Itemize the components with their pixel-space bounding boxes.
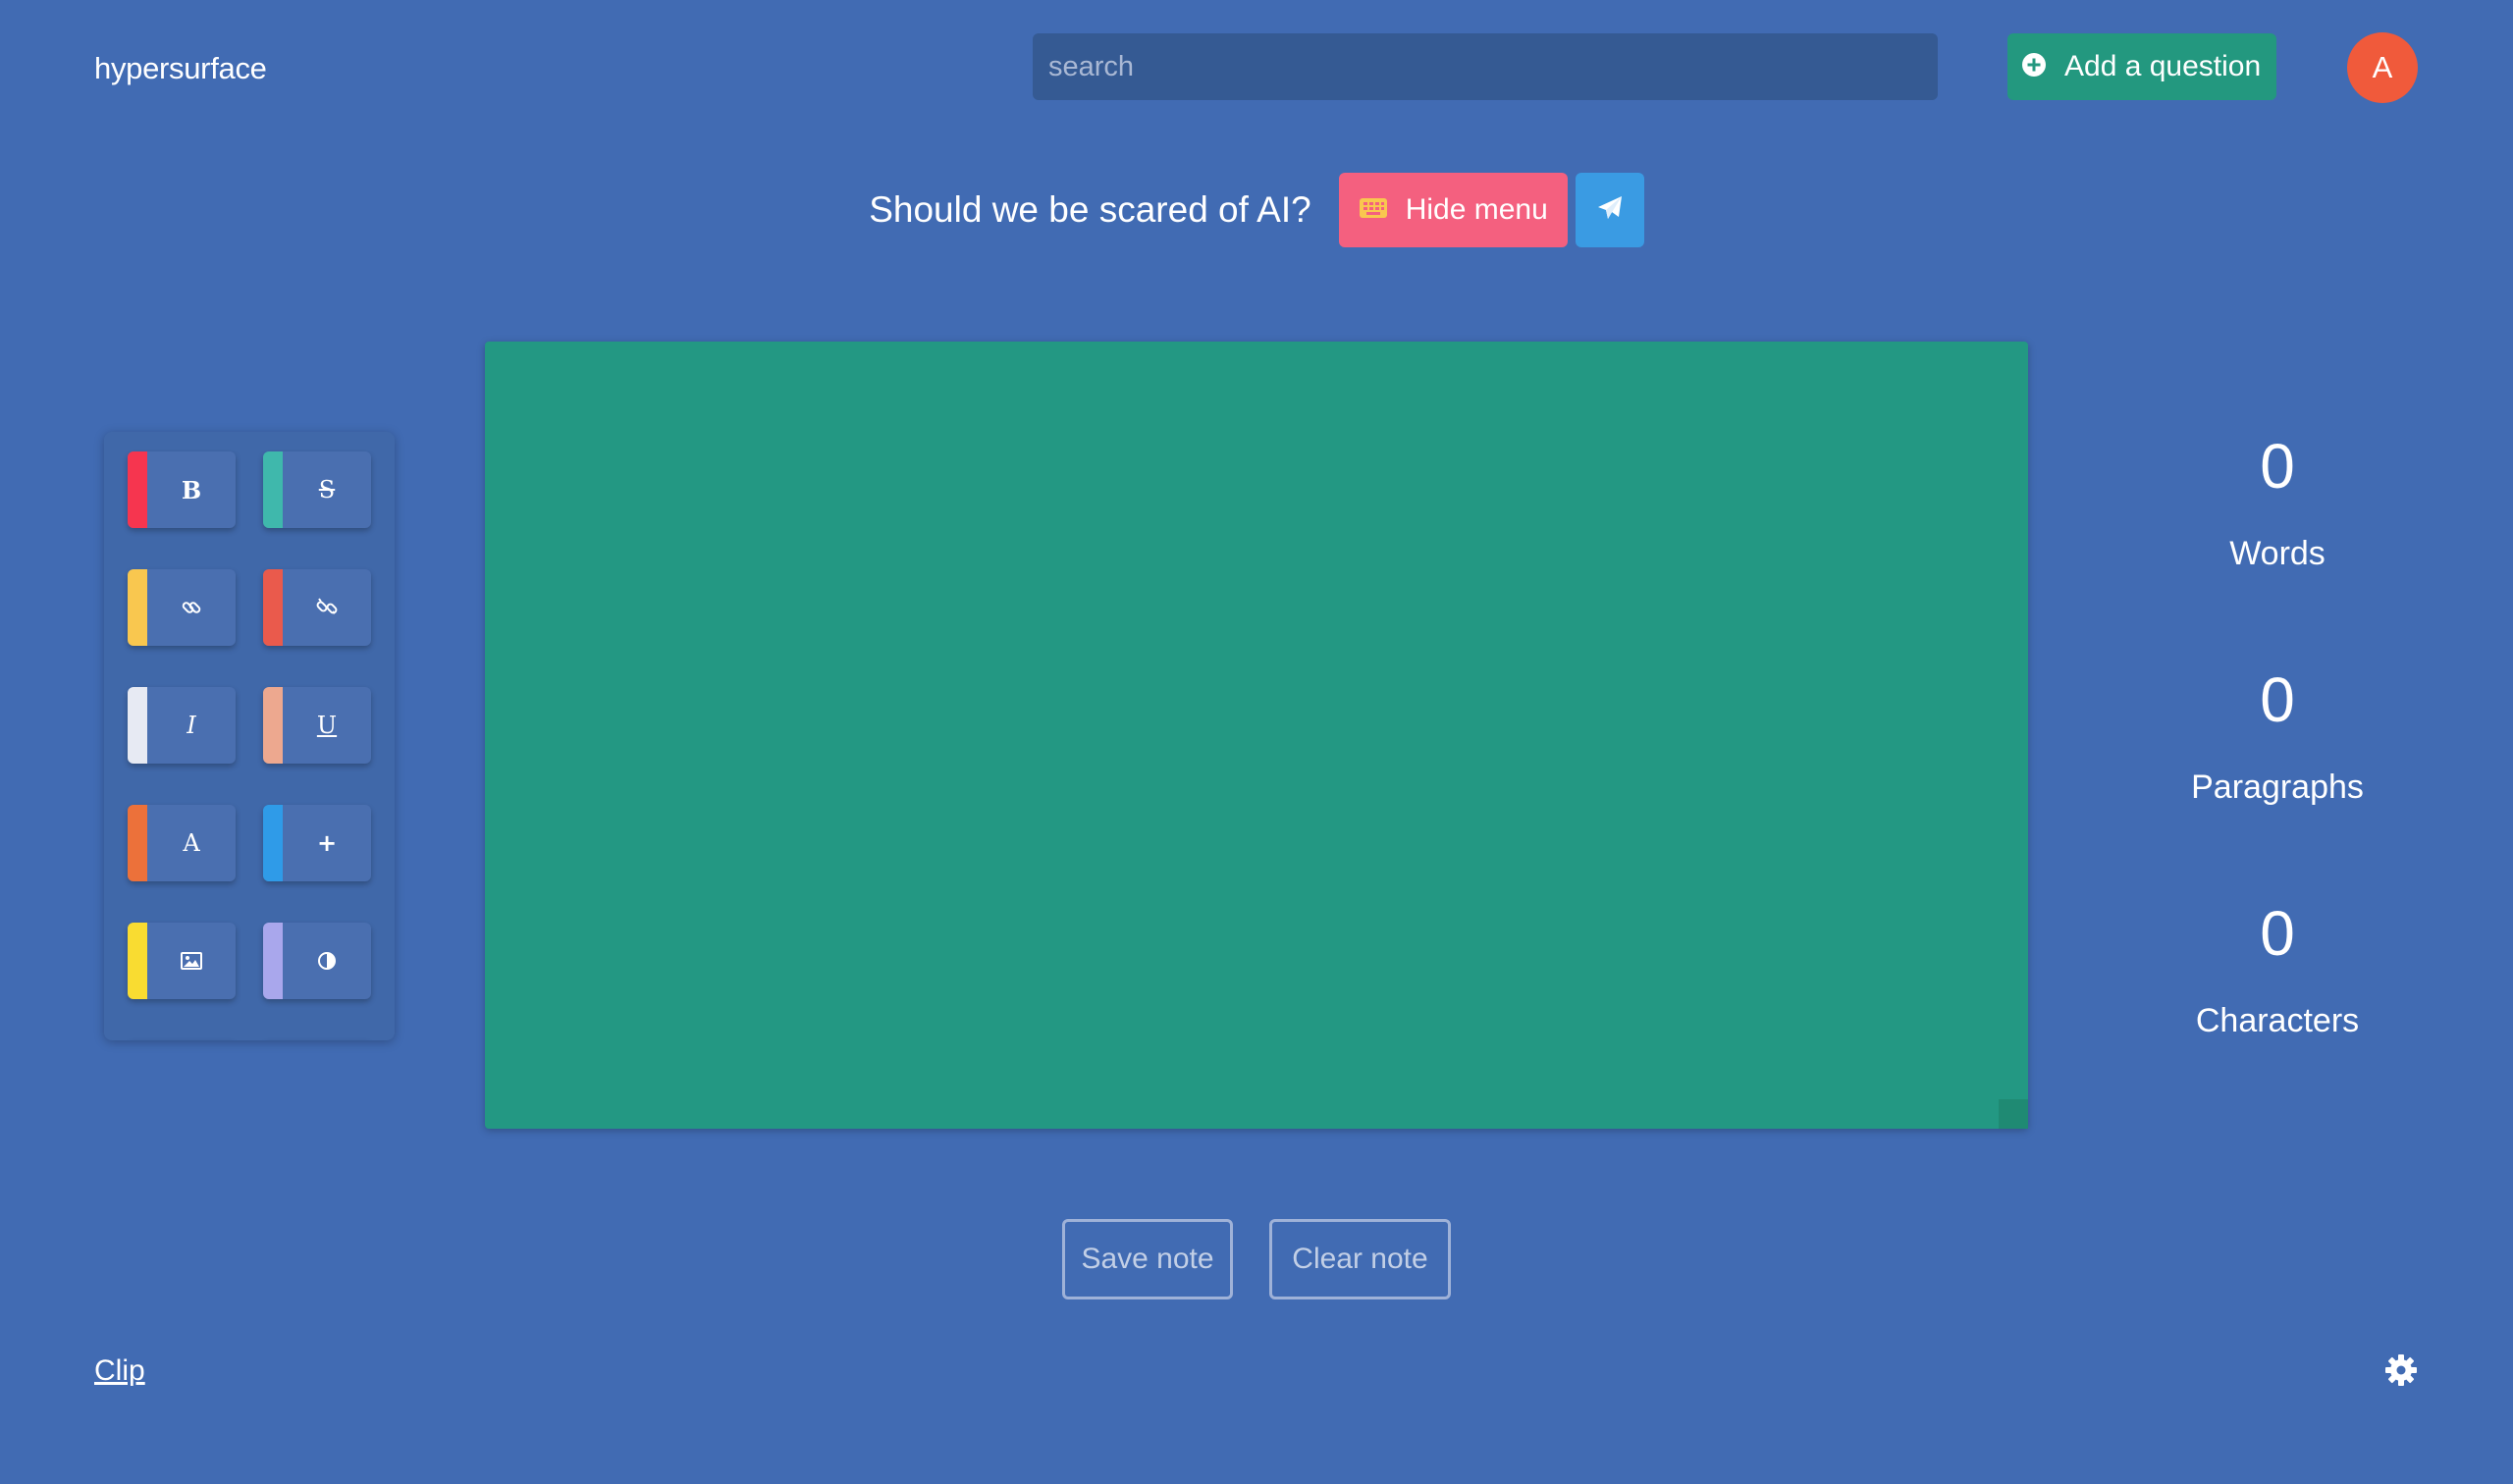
font-color-button[interactable]: A — [128, 805, 236, 881]
add-button[interactable]: + — [263, 805, 371, 881]
resize-handle[interactable] — [1999, 1099, 2028, 1129]
clear-note-button[interactable]: Clear note — [1269, 1219, 1451, 1299]
hide-menu-button[interactable]: Hide menu — [1338, 173, 1568, 247]
image-icon — [181, 952, 202, 970]
strikethrough-icon: S — [318, 476, 336, 504]
underline-button-stripe — [263, 687, 283, 764]
strikethrough-button[interactable]: S — [263, 451, 371, 528]
paragraphs-count: 0 — [2260, 664, 2295, 735]
bold-icon: B — [181, 475, 202, 504]
unlink-button[interactable] — [263, 569, 371, 646]
search-input[interactable] — [1033, 33, 1938, 100]
font-color-icon: A — [183, 829, 200, 857]
paper-plane-icon — [1595, 193, 1625, 228]
question-title: Should we be scared of AI? — [869, 189, 1311, 230]
underline-icon: U — [316, 712, 338, 739]
add-button-stripe — [263, 805, 283, 881]
characters-stat: 0 Characters — [2130, 902, 2425, 1040]
gear-icon[interactable] — [2383, 1352, 2419, 1388]
image-button-stripe — [128, 923, 147, 999]
note-editor[interactable] — [485, 342, 2028, 1129]
plus-icon: + — [316, 829, 338, 857]
clip-link[interactable]: Clip — [94, 1354, 145, 1388]
words-count: 0 — [2260, 431, 2295, 502]
page: hypersurface Add a question A Should we … — [0, 0, 2513, 1484]
add-question-button[interactable]: Add a question — [2007, 33, 2276, 100]
link-icon — [181, 597, 202, 618]
formatting-toolbar: B S I U A + — [104, 432, 395, 1040]
contrast-button-stripe — [263, 923, 283, 999]
words-label: Words — [2229, 535, 2326, 572]
question-row: Should we be scared of AI? Hide menu — [0, 173, 2513, 247]
italic-button-stripe — [128, 687, 147, 764]
words-stat: 0 Words — [2130, 435, 2425, 573]
brand-logo[interactable]: hypersurface — [94, 51, 267, 86]
plus-circle-icon — [2021, 52, 2047, 82]
strikethrough-button-stripe — [263, 451, 283, 528]
characters-label: Characters — [2195, 1002, 2360, 1039]
send-button[interactable] — [1575, 173, 1644, 247]
italic-icon: I — [187, 712, 196, 739]
underline-button[interactable]: U — [263, 687, 371, 764]
unlink-button-stripe — [263, 569, 283, 646]
link-button[interactable] — [128, 569, 236, 646]
link-button-stripe — [128, 569, 147, 646]
characters-count: 0 — [2260, 898, 2295, 969]
contrast-button[interactable] — [263, 923, 371, 999]
bold-button-stripe — [128, 451, 147, 528]
paragraphs-label: Paragraphs — [2191, 768, 2364, 806]
contrast-icon — [317, 951, 337, 971]
avatar[interactable]: A — [2347, 32, 2418, 103]
paragraphs-stat: 0 Paragraphs — [2130, 668, 2425, 807]
italic-button[interactable]: I — [128, 687, 236, 764]
image-button[interactable] — [128, 923, 236, 999]
bold-button[interactable]: B — [128, 451, 236, 528]
keyboard-icon — [1359, 196, 1388, 225]
add-question-label: Add a question — [2064, 50, 2262, 82]
save-note-button[interactable]: Save note — [1062, 1219, 1233, 1299]
hide-menu-label: Hide menu — [1405, 193, 1548, 226]
font-color-button-stripe — [128, 805, 147, 881]
unlink-icon — [316, 597, 338, 618]
